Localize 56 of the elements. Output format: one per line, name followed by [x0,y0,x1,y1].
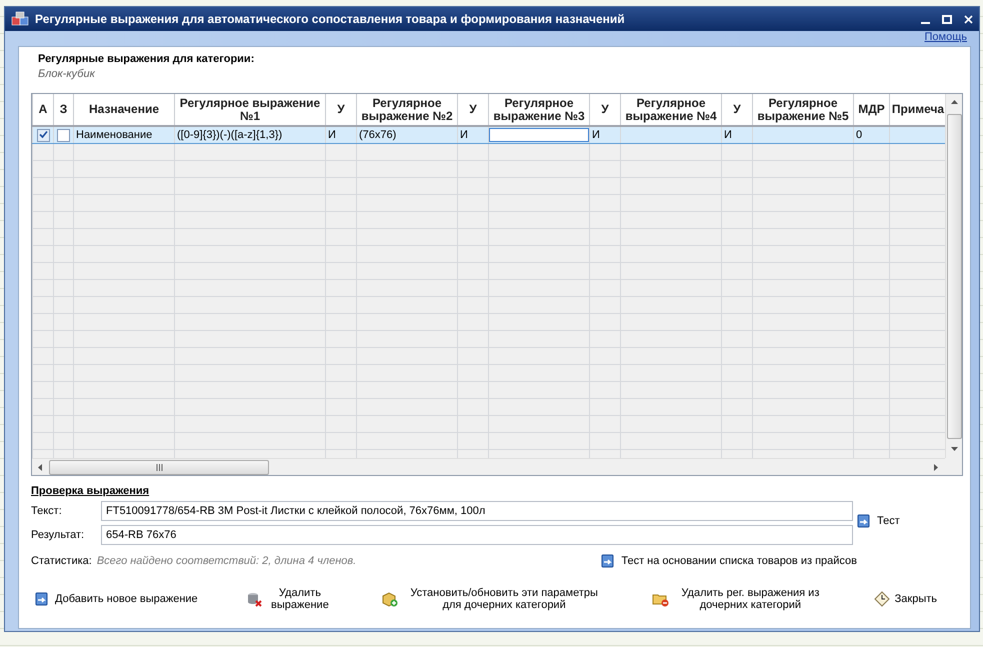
action-button[interactable]: Закрыть [870,589,940,609]
column-header[interactable]: У [590,94,620,126]
cell-input[interactable] [490,128,588,142]
vertical-scrollbar[interactable] [945,94,962,458]
column-header[interactable]: Регулярное выражение №1 [174,94,326,126]
action-button[interactable]: Установить/обновить эти параметры для дочерних категорий [378,585,608,613]
table-cell: ([0-9]{3})(-)([a-z]{1,3}) [177,129,282,141]
action-button[interactable]: Удалить рег. выражения из дочерних категорий [649,585,828,613]
category-label: Регулярные выражения для категории: [38,53,256,65]
checkbox[interactable] [57,128,70,142]
table-cell: И [592,129,600,141]
column-header[interactable]: Регулярное выражение №3 [488,94,590,126]
price-list-test-button[interactable]: Тест на основании списка товаров из прайсов [597,551,860,571]
column-header[interactable]: Примеча [890,94,945,126]
horizontal-scrollbar[interactable] [32,458,945,475]
input-field[interactable]: 654-RB 76x76 [101,525,853,545]
grip-icon [156,464,162,470]
column-header[interactable]: З [54,94,74,126]
column-header[interactable]: У [722,94,752,126]
close-icon[interactable] [964,14,973,24]
clock-icon [874,591,890,607]
help-link[interactable]: Помощь [924,31,967,46]
stats-label: Статистика: [31,555,92,567]
column-header[interactable]: Регулярное выражение №5 [752,94,854,126]
column-header[interactable]: У [458,94,488,126]
checkbox[interactable] [36,128,50,142]
column-header[interactable]: МДР [854,94,890,126]
table-cell: И [460,129,468,141]
field-label: Текст: [31,505,63,517]
column-header[interactable]: Регулярное выражение №2 [356,94,458,126]
table-cell: (76x76) [359,129,396,141]
delete-icon [246,591,262,607]
field-label: Результат: [31,529,86,541]
right-arrow-icon[interactable] [934,464,939,470]
column-header[interactable]: У [326,94,356,126]
column-header[interactable]: А [32,94,54,126]
column-header[interactable]: Назначение [74,94,174,126]
action-button[interactable]: Удалить выражение [242,585,336,613]
column-header[interactable]: Регулярное выражение №4 [620,94,722,126]
left-arrow-icon[interactable] [38,464,43,470]
box-plus-icon [381,591,400,607]
down-arrow-icon[interactable] [950,447,958,452]
stats-text: Всего найдено соответствий: 2, длина 4 членов. [96,555,356,567]
action-button[interactable]: Добавить новое выражение [31,589,201,609]
cubes-icon [11,11,29,27]
table-cell: И [724,129,732,141]
test-button[interactable]: Тест [853,511,903,531]
up-arrow-icon[interactable] [950,99,958,104]
table-cell: И [328,129,336,141]
input-field[interactable]: FT510091778/654-RB 3M Post-it Листки с клейкой полосой, 76x76мм, 100л [101,501,853,521]
section-title: Проверка выражения [31,485,150,497]
window-title: Регулярные выражения для автоматического сопоставления товара и формирования назначений [35,12,626,26]
category-name: Блок-кубик [38,68,96,80]
table-cell: 0 [856,129,862,141]
maximize-icon[interactable] [942,14,952,24]
table-cell: Наименование [76,129,152,141]
